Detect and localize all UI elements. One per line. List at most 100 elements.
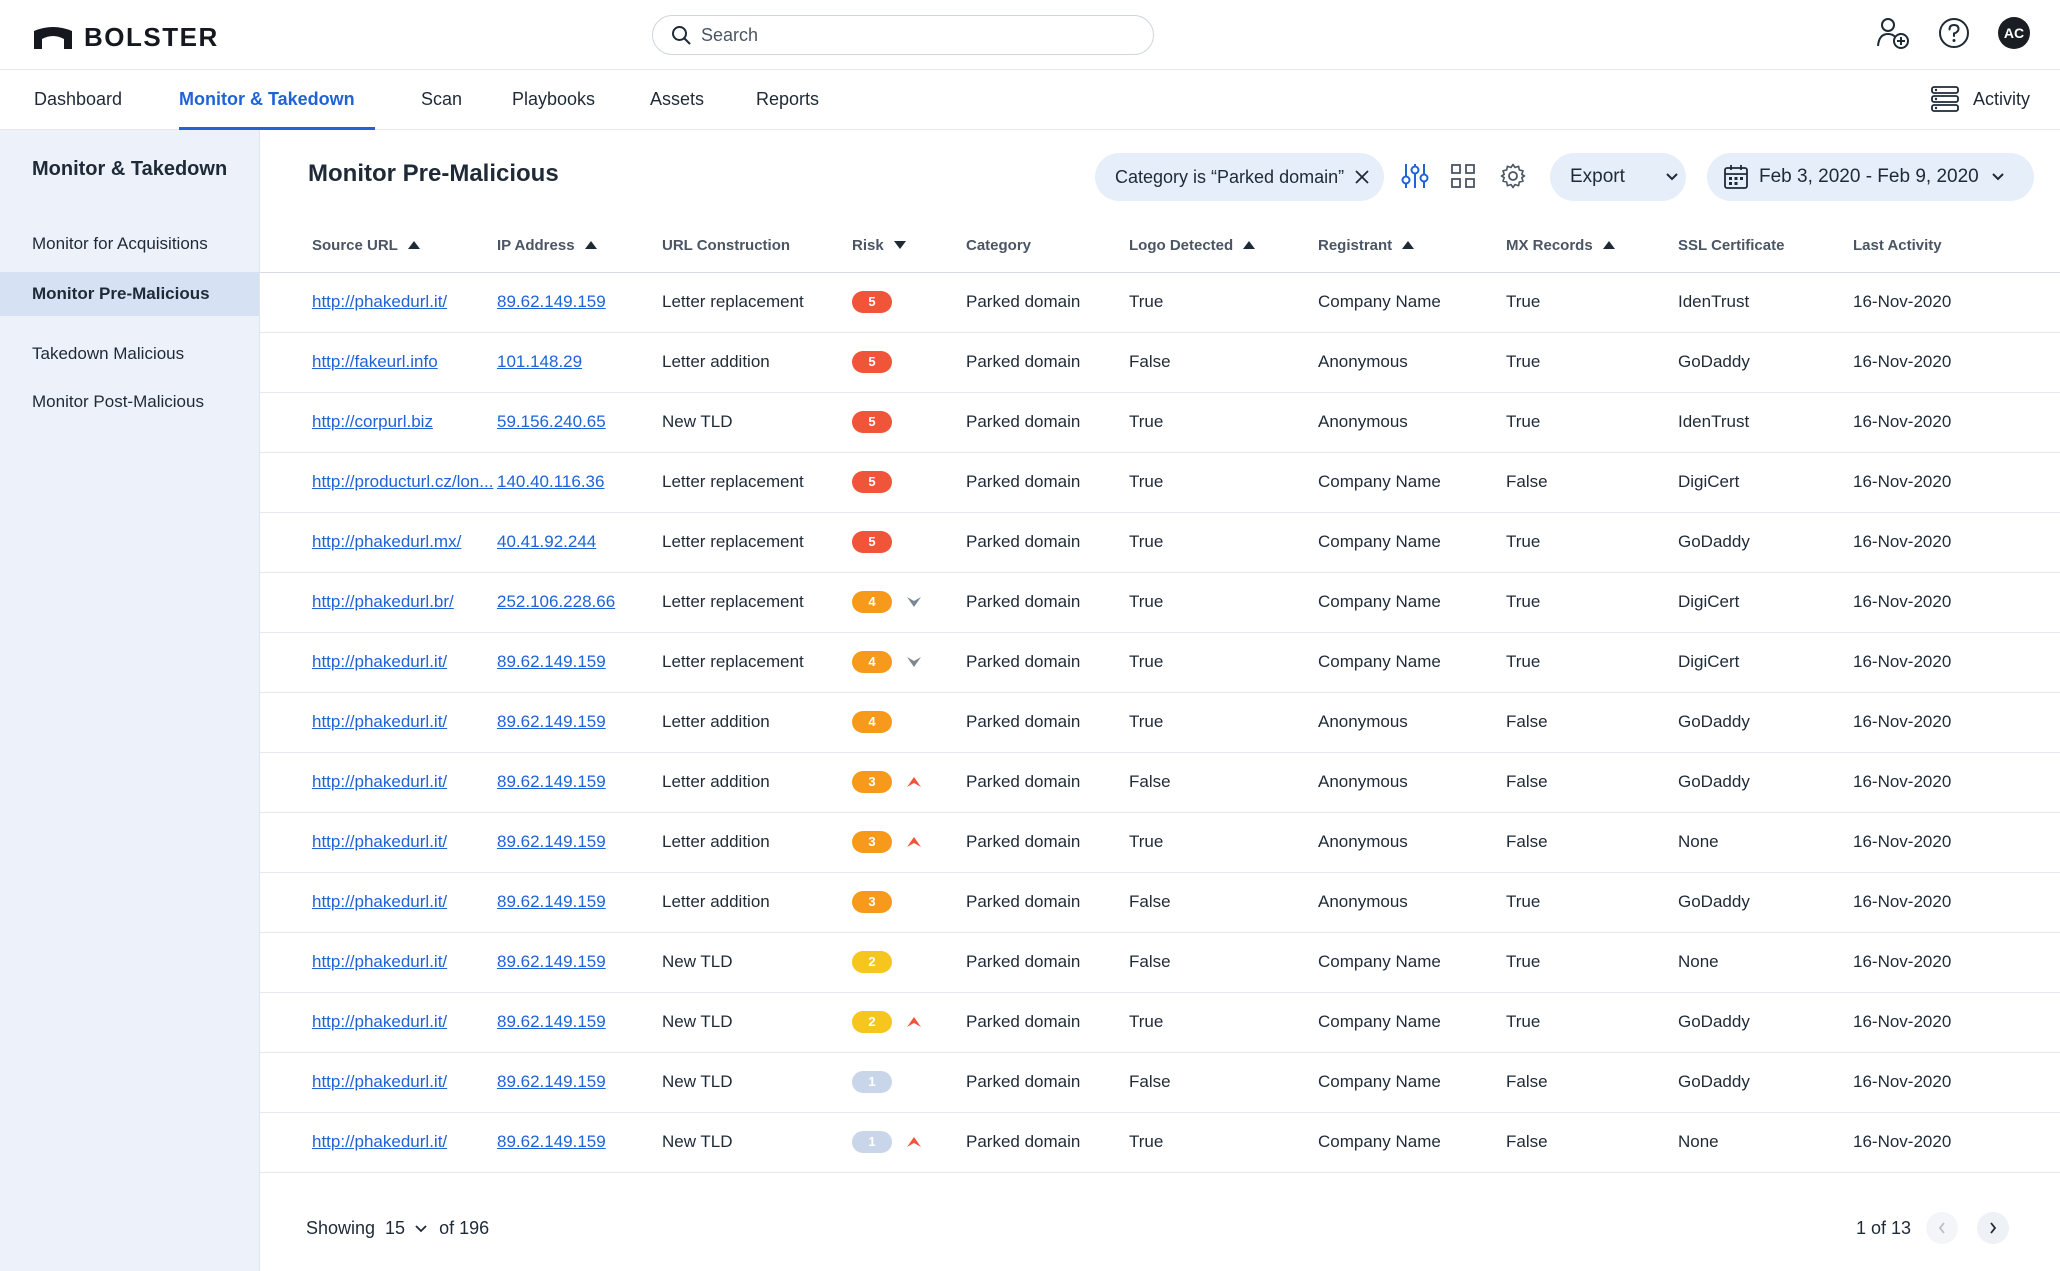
tab-assets[interactable]: Assets: [650, 70, 704, 130]
prev-page-button[interactable]: [1926, 1212, 1958, 1244]
ip-address-link[interactable]: 89.62.149.159: [497, 712, 606, 731]
source-url-link[interactable]: http://phakedurl.br/: [312, 592, 454, 611]
table-row[interactable]: http://producturl.cz/lon... 140.40.116.36…: [260, 452, 2060, 513]
cell-source-url: http://fakeurl.info: [260, 332, 497, 393]
source-url-link[interactable]: http://fakeurl.info: [312, 352, 438, 371]
page-info: 1 of 13: [1856, 1218, 1912, 1238]
risk-badge: 3: [852, 771, 892, 793]
cell-last-activity: 16-Nov-2020: [1853, 872, 2060, 933]
risk-badge: 4: [852, 711, 892, 733]
risk-badge: 5: [852, 351, 892, 373]
source-url-link[interactable]: http://phakedurl.it/: [312, 1072, 447, 1091]
source-url-link[interactable]: http://producturl.cz/lon...: [312, 472, 493, 491]
filter-chip[interactable]: Category is “Parked domain”: [1095, 153, 1385, 201]
col-registrant[interactable]: Registrant: [1318, 220, 1506, 273]
chevron-down-icon: [415, 1224, 427, 1232]
col-category[interactable]: Category: [966, 220, 1129, 273]
ip-address-link[interactable]: 140.40.116.36: [497, 472, 604, 491]
filter-sliders-icon[interactable]: [1400, 161, 1430, 191]
sidebar-item-monitor-acquisitions[interactable]: Monitor for Acquisitions: [0, 222, 259, 266]
sidebar-item-monitor-post-malicious[interactable]: Monitor Post-Malicious: [0, 380, 259, 424]
ip-address-link[interactable]: 89.62.149.159: [497, 1072, 606, 1091]
close-icon[interactable]: [1354, 169, 1370, 185]
ip-address-link[interactable]: 89.62.149.159: [497, 1012, 606, 1031]
source-url-link[interactable]: http://phakedurl.it/: [312, 832, 447, 851]
table-row[interactable]: http://phakedurl.it/89.62.149.159 Letter …: [260, 812, 2060, 873]
ip-address-link[interactable]: 40.41.92.244: [497, 532, 596, 551]
table-row[interactable]: http://phakedurl.it/89.62.149.159 New TLD…: [260, 1052, 2060, 1113]
export-button[interactable]: Export: [1550, 153, 1686, 201]
ip-address-link[interactable]: 89.62.149.159: [497, 652, 606, 671]
source-url-link[interactable]: http://phakedurl.it/: [312, 1132, 447, 1151]
table-row[interactable]: http://phakedurl.it/89.62.149.159 New TLD…: [260, 932, 2060, 993]
ip-address-link[interactable]: 89.62.149.159: [497, 772, 606, 791]
col-last-activity[interactable]: Last Activity: [1853, 220, 2060, 273]
ip-address-link[interactable]: 252.106.228.66: [497, 592, 615, 611]
ip-address-link[interactable]: 89.62.149.159: [497, 292, 606, 311]
next-page-button[interactable]: [1977, 1212, 2009, 1244]
search-box[interactable]: [652, 15, 1154, 55]
add-user-icon[interactable]: [1876, 16, 1910, 50]
cell-registrant: Anonymous: [1318, 872, 1506, 933]
user-avatar[interactable]: AC: [1998, 17, 2030, 49]
page-size-select[interactable]: 15: [385, 1218, 427, 1239]
source-url-link[interactable]: http://phakedurl.it/: [312, 1012, 447, 1031]
col-ssl-certificate[interactable]: SSL Certificate: [1678, 220, 1853, 273]
cell-registrant: Company Name: [1318, 452, 1506, 513]
table-row[interactable]: http://phakedurl.it/89.62.149.159 Letter …: [260, 752, 2060, 813]
sidebar-item-takedown-malicious[interactable]: Takedown Malicious: [0, 332, 259, 376]
source-url-link[interactable]: http://phakedurl.it/: [312, 892, 447, 911]
cell-url-construction: Letter addition: [662, 812, 852, 873]
sidebar-item-monitor-pre-malicious[interactable]: Monitor Pre-Malicious: [0, 272, 259, 316]
col-mx-records[interactable]: MX Records: [1506, 220, 1678, 273]
table-row[interactable]: http://phakedurl.it/89.62.149.159 Letter …: [260, 692, 2060, 753]
col-url-construction[interactable]: URL Construction: [662, 220, 852, 273]
source-url-link[interactable]: http://corpurl.biz: [312, 412, 433, 431]
source-url-link[interactable]: http://phakedurl.mx/: [312, 532, 461, 551]
search-input[interactable]: [701, 24, 1121, 46]
tab-scan[interactable]: Scan: [421, 70, 462, 130]
ip-address-link[interactable]: 89.62.149.159: [497, 952, 606, 971]
table-row[interactable]: http://fakeurl.info 101.148.29 Letter addi…: [260, 332, 2060, 393]
tab-dashboard[interactable]: Dashboard: [34, 70, 122, 130]
date-range-picker[interactable]: Feb 3, 2020 - Feb 9, 2020: [1707, 153, 2034, 201]
source-url-link[interactable]: http://phakedurl.it/: [312, 292, 447, 311]
ip-address-link[interactable]: 101.148.29: [497, 352, 582, 371]
ip-address-link[interactable]: 89.62.149.159: [497, 1132, 606, 1151]
table-row[interactable]: http://phakedurl.it/89.62.149.159 Letter …: [260, 632, 2060, 693]
table-row[interactable]: http://phakedurl.it/89.62.149.159 New TLD…: [260, 992, 2060, 1053]
ip-address-link[interactable]: 59.156.240.65: [497, 412, 606, 431]
tab-playbooks[interactable]: Playbooks: [512, 70, 595, 130]
cell-source-url: http://phakedurl.it/: [260, 812, 497, 873]
cell-ip-address: 140.40.116.36: [497, 452, 662, 513]
search-icon: [672, 26, 691, 45]
source-url-link[interactable]: http://phakedurl.it/: [312, 712, 447, 731]
grid-view-icon[interactable]: [1450, 163, 1476, 189]
cell-registrant: Company Name: [1318, 272, 1506, 333]
cell-ip-address: 89.62.149.159: [497, 1052, 662, 1113]
source-url-link[interactable]: http://phakedurl.it/: [312, 652, 447, 671]
table-row[interactable]: http://phakedurl.it/89.62.149.159 New TLD…: [260, 1112, 2060, 1173]
table-row[interactable]: http://phakedurl.it/89.62.149.159 Letter …: [260, 272, 2060, 333]
brand-logo[interactable]: BOLSTER: [34, 22, 219, 53]
ip-address-link[interactable]: 89.62.149.159: [497, 892, 606, 911]
table-row[interactable]: http://corpurl.biz 59.156.240.65 New TLD 5 P…: [260, 392, 2060, 453]
col-logo-detected[interactable]: Logo Detected: [1129, 220, 1318, 273]
risk-badge: 4: [852, 651, 892, 673]
gear-icon[interactable]: [1500, 163, 1526, 189]
activity-button[interactable]: Activity: [1931, 86, 2030, 112]
table-row[interactable]: http://phakedurl.br/252.106.228.66 Letter…: [260, 572, 2060, 633]
col-ip-address[interactable]: IP Address: [497, 220, 662, 273]
ip-address-link[interactable]: 89.62.149.159: [497, 832, 606, 851]
col-source-url[interactable]: Source URL: [260, 220, 497, 273]
source-url-link[interactable]: http://phakedurl.it/: [312, 952, 447, 971]
tab-monitor-takedown[interactable]: Monitor & Takedown: [179, 70, 375, 130]
risk-badge: 2: [852, 1011, 892, 1033]
help-icon[interactable]: [1938, 17, 1970, 49]
tab-reports[interactable]: Reports: [756, 70, 819, 130]
table-row[interactable]: http://phakedurl.it/89.62.149.159 Letter …: [260, 872, 2060, 933]
cell-ip-address: 101.148.29: [497, 332, 662, 393]
source-url-link[interactable]: http://phakedurl.it/: [312, 772, 447, 791]
col-risk[interactable]: Risk: [852, 220, 966, 273]
table-row[interactable]: http://phakedurl.mx/40.41.92.244 Letter r…: [260, 512, 2060, 573]
